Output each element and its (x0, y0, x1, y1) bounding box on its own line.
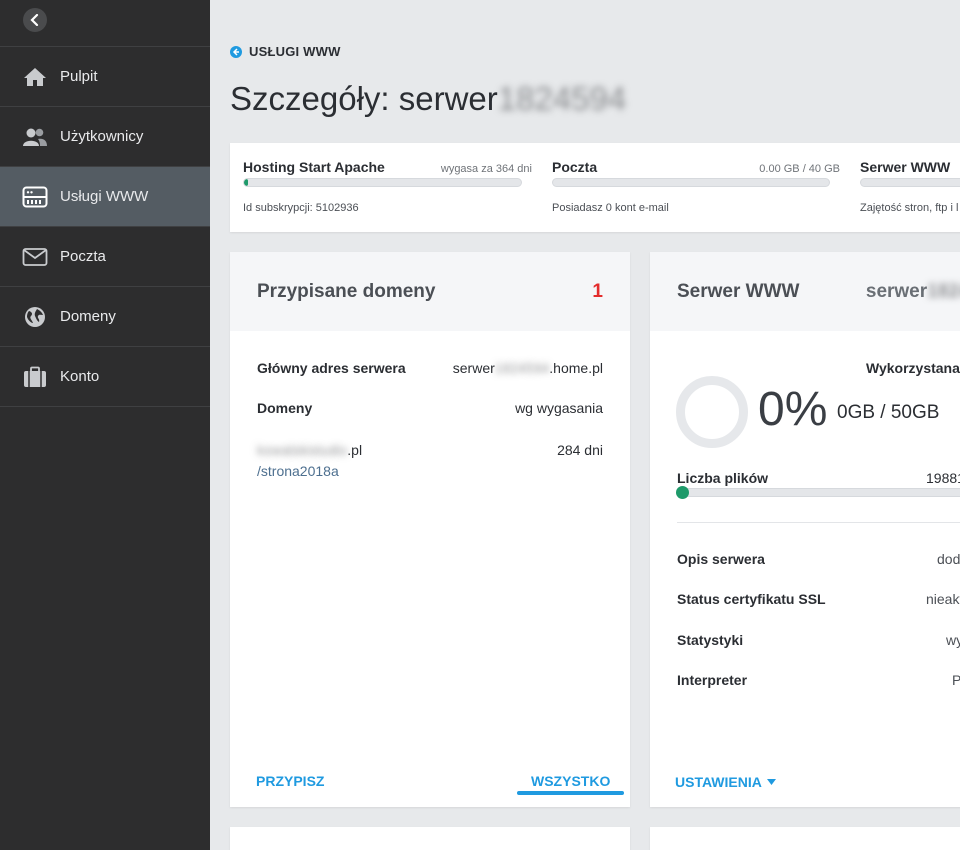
files-count-value: 19881 (926, 470, 960, 486)
server-name-hidden: 18245 (927, 280, 960, 302)
sidebar-item-konto[interactable]: Konto (0, 347, 210, 407)
summary-hosting[interactable]: Hosting Start Apache wygasa za 364 dni I… (243, 143, 532, 232)
server-name: serwer18245 (866, 281, 960, 303)
sidebar-item-label: Pulpit (60, 68, 98, 85)
server-card: Serwer WWW serwer18245 Wykorzystana p 0%… (650, 252, 960, 807)
interpreter-label: Interpreter (677, 672, 748, 688)
summary-poczta[interactable]: Poczta 0.00 GB / 40 GB Posiadasz 0 kont … (552, 143, 840, 232)
domain-path: /strona2018a (257, 463, 339, 479)
usage-amount: 0GB / 50GB (837, 402, 940, 423)
sort-select[interactable]: wg wygasania (515, 400, 603, 416)
server-desc-value: dod (937, 551, 960, 567)
sidebar-item-label: Użytkownicy (60, 128, 144, 145)
bottom-card-left (230, 827, 630, 850)
summary-progress-fill (244, 179, 249, 186)
sidebar: Pulpit Użytkownicy Usługi WWW Poczta Dom… (0, 0, 210, 850)
main-address-prefix: serwer (452, 360, 495, 376)
files-count-label: Liczba plików (677, 470, 769, 486)
arrow-left-icon (230, 45, 242, 58)
sidebar-item-pulpit[interactable]: Pulpit (0, 47, 210, 107)
main-address-label: Główny adres serwera (257, 360, 406, 376)
used-space-label: Wykorzystana p (866, 360, 960, 376)
sidebar-item-label: Domeny (60, 308, 116, 325)
server-desc-label: Opis serwera (677, 551, 765, 567)
sidebar-nav: Pulpit Użytkownicy Usługi WWW Poczta Dom… (0, 46, 210, 407)
back-link-label: USŁUGI WWW (249, 44, 341, 59)
domains-header-row: Domeny wg wygasania (257, 400, 603, 416)
sidebar-item-uslugi-www[interactable]: Usługi WWW (0, 167, 210, 227)
sidebar-item-poczta[interactable]: Poczta (0, 227, 210, 287)
all-domains-tab[interactable]: WSZYSTKO (531, 773, 610, 789)
domain-tld: .pl (347, 442, 363, 458)
domain-row[interactable]: kowalskistudio.pl 284 dni (257, 442, 603, 458)
chevron-left-icon (30, 14, 39, 26)
summary-foot: Id subskrypcji: 5102936 (243, 202, 359, 214)
sidebar-item-label: Konto (60, 368, 100, 385)
server-icon (22, 186, 48, 208)
usage-donut-chart (676, 376, 748, 448)
summary-title: Hosting Start Apache (243, 159, 385, 175)
page-title-text: Szczegóły: serwer (230, 80, 498, 117)
summary-meta: 0.00 GB / 40 GB (759, 163, 840, 175)
summary-foot: Zajętość stron, ftp i l (860, 202, 959, 214)
bottom-card-right (650, 827, 960, 850)
server-name-prefix: serwer (865, 280, 928, 302)
main-address-hidden: 1824594 (494, 360, 550, 376)
assign-button[interactable]: PRZYPISZ (256, 773, 324, 789)
sidebar-item-label: Poczta (60, 248, 106, 265)
summary-progress-bar (243, 178, 522, 187)
users-icon (22, 126, 48, 148)
summary-title: Poczta (552, 159, 598, 175)
domains-label: Domeny (257, 400, 313, 416)
caret-down-icon (766, 779, 776, 785)
interpreter-value: P (952, 672, 960, 688)
summary-title: Serwer WWW (860, 159, 951, 175)
card-title: Serwer WWW (677, 280, 800, 302)
globe-icon (22, 306, 48, 328)
sidebar-item-uzytkownicy[interactable]: Użytkownicy (0, 107, 210, 167)
all-domains-underline (517, 791, 624, 795)
summary-meta: wygasa za 364 dni (440, 163, 532, 175)
usage-percent: 0% (758, 383, 828, 436)
domain-name-hidden: kowalskistudio (257, 442, 348, 458)
summary-strip: Hosting Start Apache wygasa za 364 dni I… (230, 143, 960, 232)
summary-foot: Posiadasz 0 kont e-mail (552, 202, 669, 214)
mail-icon (22, 246, 48, 268)
page-title: Szczegóły: serwer1824594 (230, 80, 626, 118)
divider (677, 522, 960, 523)
domains-card: Przypisane domeny 1 Główny adres serwera… (230, 252, 630, 807)
domain-name: kowalskistudio.pl (257, 442, 362, 458)
domain-count-badge: 1 (592, 280, 603, 302)
ssl-status-label: Status certyfikatu SSL (677, 591, 826, 607)
sidebar-item-domeny[interactable]: Domeny (0, 287, 210, 347)
settings-dropdown[interactable]: USTAWIENIA (675, 774, 776, 790)
stats-label: Statystyki (677, 632, 744, 648)
ssl-status-value: nieakt (926, 591, 960, 607)
domain-expiry-days: 284 dni (557, 442, 603, 458)
back-link[interactable]: USŁUGI WWW (230, 44, 341, 59)
main-content: USŁUGI WWW Szczegóły: serwer1824594 Host… (210, 0, 960, 850)
page-title-hidden-id: 1824594 (497, 80, 627, 117)
card-title: Przypisane domeny (257, 280, 436, 302)
files-progress-bar (676, 486, 960, 499)
home-icon (22, 66, 48, 88)
stats-value: wy (946, 632, 960, 648)
summary-progress-bar (552, 178, 830, 187)
collapse-sidebar-button[interactable] (23, 8, 47, 32)
sidebar-item-label: Usługi WWW (60, 188, 149, 205)
main-address-row: Główny adres serwera serwer1824594.home.… (257, 360, 603, 376)
briefcase-icon (22, 366, 48, 388)
summary-progress-bar (860, 178, 960, 187)
summary-serwer-www[interactable]: Serwer WWW Zajętość stron, ftp i l (860, 143, 960, 232)
main-address-value: serwer1824594.home.pl (453, 360, 603, 376)
files-progress-fill (676, 486, 689, 499)
main-address-suffix: .home.pl (549, 360, 603, 376)
settings-label: USTAWIENIA (675, 774, 762, 790)
